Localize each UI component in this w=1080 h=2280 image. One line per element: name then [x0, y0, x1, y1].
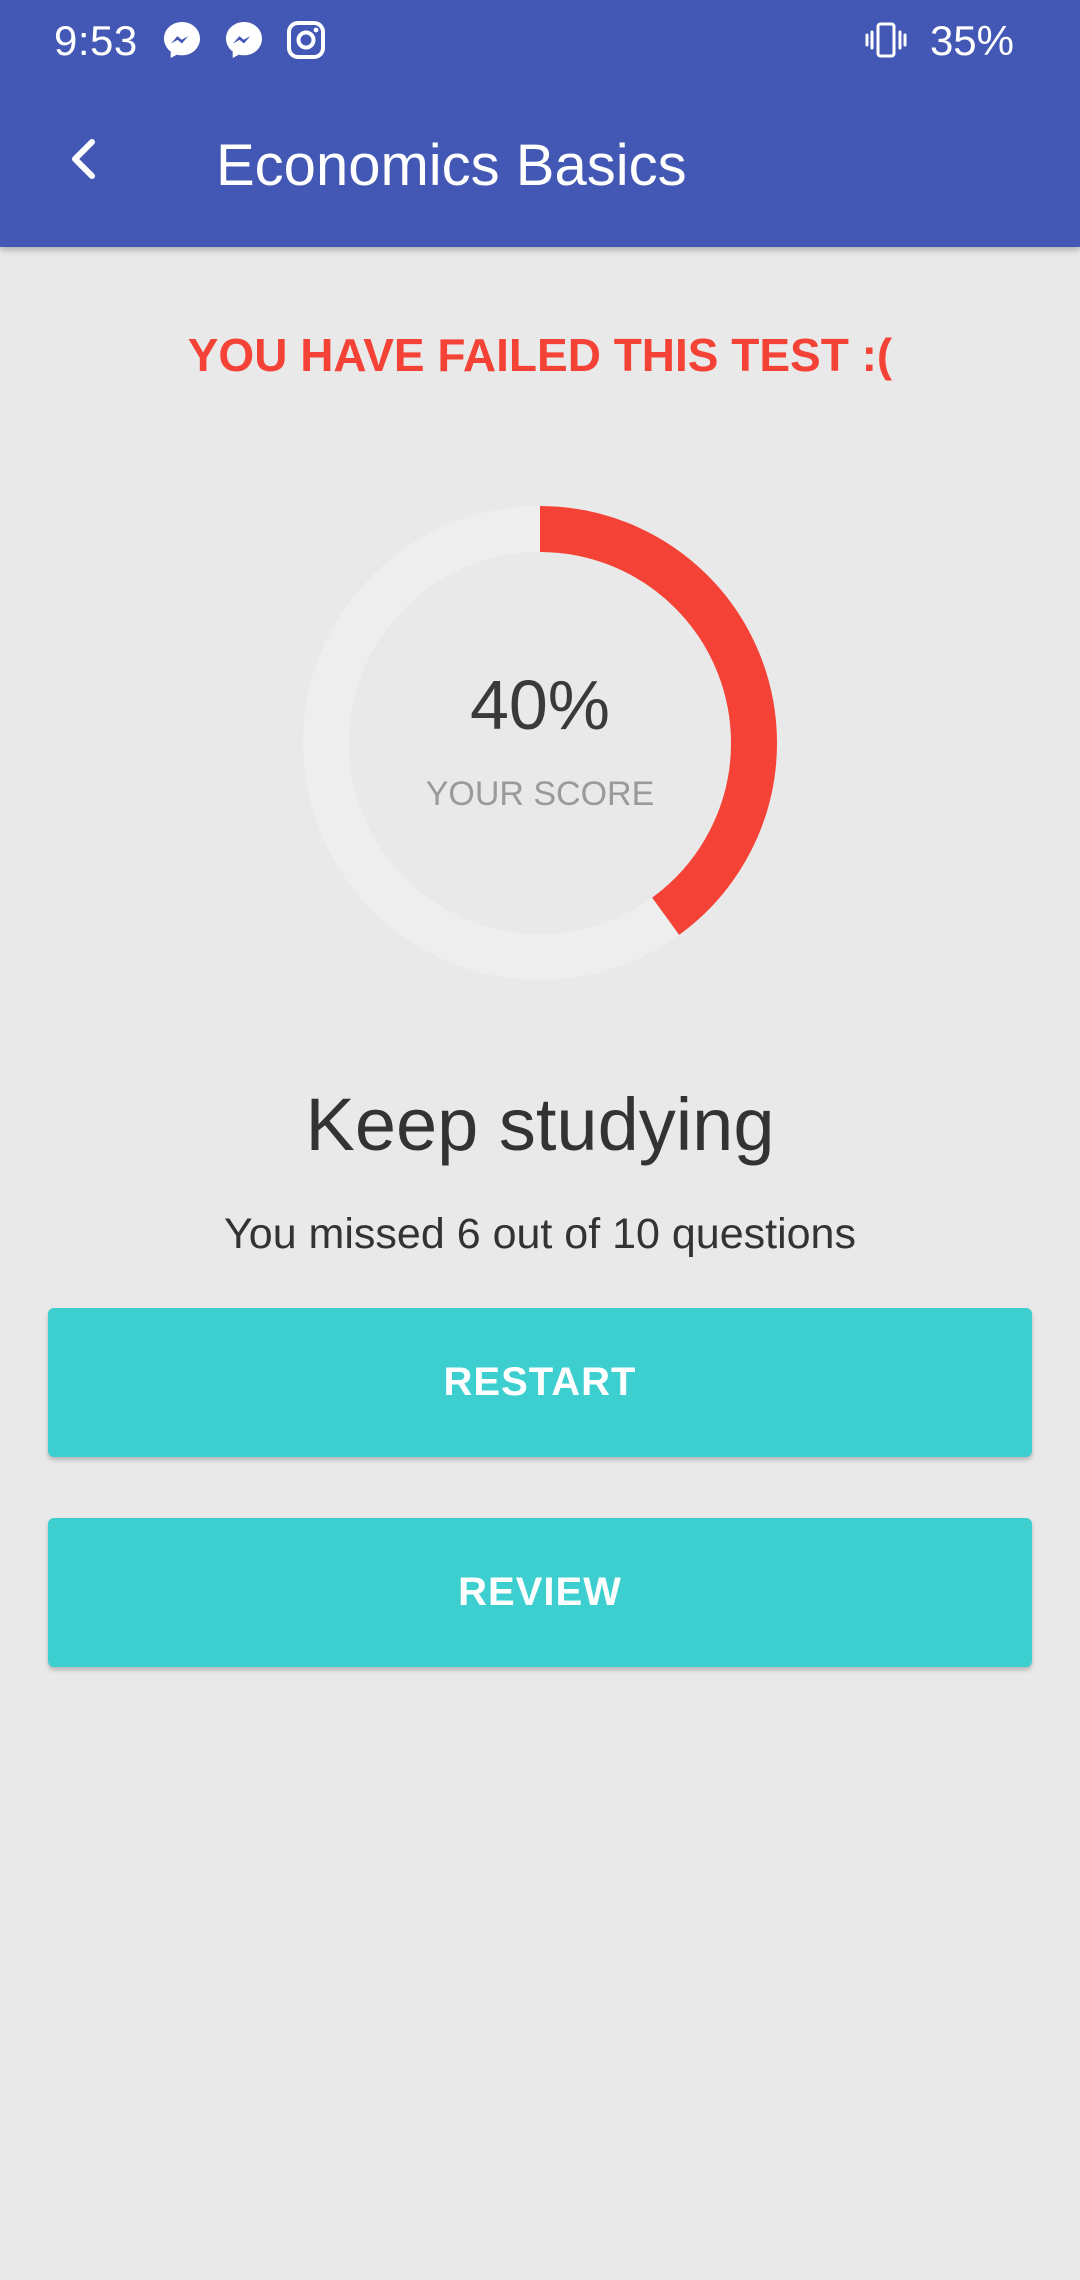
score-label: YOUR SCORE [425, 775, 655, 813]
instagram-icon [284, 18, 328, 62]
back-button[interactable] [40, 115, 130, 205]
status-bar: 9:53 35% [0, 0, 1080, 82]
score-value: 40% [469, 666, 611, 744]
battery-level: 35% [929, 17, 1014, 64]
messenger-icon [160, 18, 204, 62]
app-bar: 9:53 35% Economics Basics [0, 0, 1080, 247]
toolbar: Economics Basics [0, 82, 1080, 247]
result-summary: You missed 6 out of 10 questions [224, 1210, 856, 1258]
result-heading: Keep studying [305, 1083, 775, 1166]
restart-button[interactable]: RESTART [48, 1308, 1032, 1457]
page-title: Economics Basics [216, 133, 687, 198]
chevron-left-icon [72, 139, 95, 179]
fail-banner: YOU HAVE FAILED THIS TEST :( [187, 329, 893, 381]
review-button[interactable]: REVIEW [48, 1518, 1032, 1667]
messenger-icon [222, 18, 266, 62]
status-time: 9:53 [54, 17, 138, 64]
vibrate-icon [864, 18, 908, 62]
